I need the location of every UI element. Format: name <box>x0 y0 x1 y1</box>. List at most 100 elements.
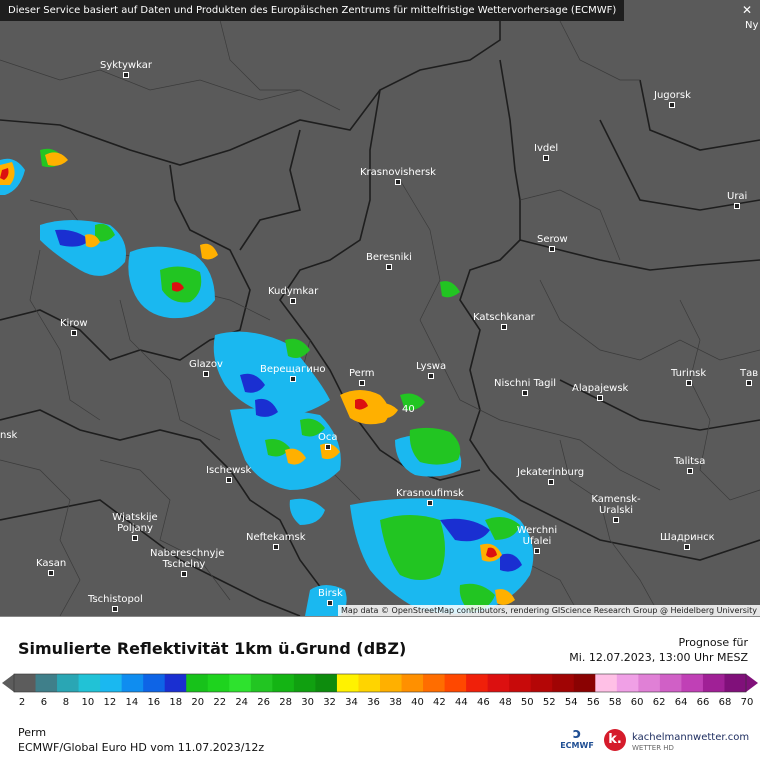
scale-cell <box>100 674 123 692</box>
city-label: Шадринск <box>660 532 715 550</box>
scale-tick-label: 8 <box>62 697 70 708</box>
scale-cell <box>444 674 467 692</box>
city-label: Urai <box>727 191 747 209</box>
city-label: Turinsk <box>671 368 706 386</box>
scale-cell <box>186 674 209 692</box>
scale-cell <box>380 674 403 692</box>
model-run: ECMWF/Global Euro HD vom 11.07.2023/12z <box>18 741 265 754</box>
kachelmann-name: kachelmannwetter.com <box>632 732 750 743</box>
scale-arrow-left <box>2 674 14 692</box>
city-label: Ischewsk <box>206 465 251 483</box>
scale-tick-label: 28 <box>279 697 292 708</box>
scale-tick-label: 26 <box>257 697 271 708</box>
scale-cell <box>638 674 661 692</box>
scale-cell <box>487 674 510 692</box>
scale-cell <box>336 674 359 692</box>
scale-tick-label: 50 <box>520 697 534 708</box>
scale-cell <box>552 674 575 692</box>
scale-cell <box>14 674 37 692</box>
city-label: Talitsa <box>674 456 705 474</box>
scale-arrow-right <box>746 674 758 692</box>
scale-cell <box>466 674 489 692</box>
city-label: Krasnovishersk <box>360 167 436 185</box>
city-label: Syktywkar <box>100 60 152 78</box>
scale-tick-label: 38 <box>389 697 402 708</box>
scale-tick-label: 12 <box>103 697 117 708</box>
scale-tick-label: 34 <box>345 697 358 708</box>
scale-cell <box>530 674 553 692</box>
scale-cell <box>509 674 532 692</box>
city-label: Jugorsk <box>654 90 691 108</box>
scale-tick-label: 52 <box>542 697 556 708</box>
scale-cell <box>78 674 101 692</box>
map-attribution: Map data © OpenStreetMap contributors, r… <box>338 605 760 616</box>
scale-tick-label: 22 <box>213 697 227 708</box>
scale-tick-label: 54 <box>564 697 578 708</box>
scale-tick-label: 36 <box>367 697 380 708</box>
scale-tick-label: 66 <box>696 697 710 708</box>
scale-tick-label: 2 <box>18 697 26 708</box>
legend-footer: Simulierte Reflektivität 1km ü.Grund (dB… <box>0 616 760 761</box>
scale-tick-label: 62 <box>652 697 666 708</box>
city-label: Верещагино <box>260 364 325 382</box>
scale-cell <box>164 674 187 692</box>
scale-tick-label: 58 <box>608 697 622 708</box>
scale-tick-label: 56 <box>586 697 600 708</box>
city-label: Тав <box>740 368 758 386</box>
scale-cell <box>57 674 80 692</box>
city-label: Kasan <box>36 558 66 576</box>
scale-tick-label: 40 <box>411 697 424 708</box>
scale-cell <box>121 674 144 692</box>
scale-tick-label: 14 <box>125 697 139 708</box>
map-title: Simulierte Reflektivität 1km ü.Grund (dB… <box>18 639 407 658</box>
scale-cell <box>229 674 252 692</box>
color-scale <box>2 673 758 693</box>
scale-cell <box>250 674 273 692</box>
ecmwf-logo: ↄ ECMWF <box>560 726 594 750</box>
scale-tick-label: 16 <box>147 697 161 708</box>
forecast-map[interactable]: Dieser Service basiert auf Daten und Pro… <box>0 0 760 616</box>
city-label: Alapajewsk <box>572 383 628 401</box>
scale-tick-label: 48 <box>498 697 512 708</box>
scale-cell <box>616 674 639 692</box>
scale-tick-label: 44 <box>455 697 468 708</box>
scale-cell <box>702 674 725 692</box>
scale-cell <box>681 674 704 692</box>
scale-tick-label: 46 <box>476 697 490 708</box>
city-label: Glazov <box>189 359 223 377</box>
close-icon[interactable]: ✕ <box>742 0 752 21</box>
scale-cell <box>423 674 446 692</box>
city-label: Tschistopol <box>88 594 143 612</box>
ecmwf-notice-banner: Dieser Service basiert auf Daten und Pro… <box>0 0 625 21</box>
city-label: Wjatskije Poljany <box>110 512 160 541</box>
city-label: Beresniki <box>366 252 412 270</box>
scale-cell <box>143 674 166 692</box>
scale-cell <box>358 674 381 692</box>
scale-tick-label: 18 <box>169 697 183 708</box>
scale-tick-label: 10 <box>81 697 95 708</box>
city-label: Nischni Tagil <box>494 378 556 396</box>
scale-tick-label: 60 <box>630 697 644 708</box>
scale-cell <box>35 674 58 692</box>
scale-cell <box>315 674 338 692</box>
city-label: Katschkanar <box>473 312 535 330</box>
road-number-label: 40 <box>402 404 415 415</box>
city-label: Kamensk-Uralski <box>586 494 646 523</box>
scale-cell <box>207 674 230 692</box>
city-label: nsk <box>0 430 18 441</box>
scale-tick-label: 6 <box>40 697 48 708</box>
scale-cell <box>293 674 316 692</box>
city-label: Kirow <box>60 318 88 336</box>
city-label: Krasnoufimsk <box>396 488 464 506</box>
forecast-label: Prognose für <box>678 636 749 649</box>
city-label: Serow <box>537 234 568 252</box>
location-name: Perm <box>18 726 47 739</box>
city-label: Neftekamsk <box>246 532 306 550</box>
city-label: Ivdel <box>534 143 558 161</box>
city-label: Birsk <box>318 588 343 606</box>
scale-cell <box>401 674 424 692</box>
scale-cell <box>272 674 295 692</box>
city-label: Ny <box>745 20 759 31</box>
ecmwf-symbol-icon: ↄ <box>572 726 582 742</box>
city-label: Jekaterinburg <box>517 467 584 485</box>
